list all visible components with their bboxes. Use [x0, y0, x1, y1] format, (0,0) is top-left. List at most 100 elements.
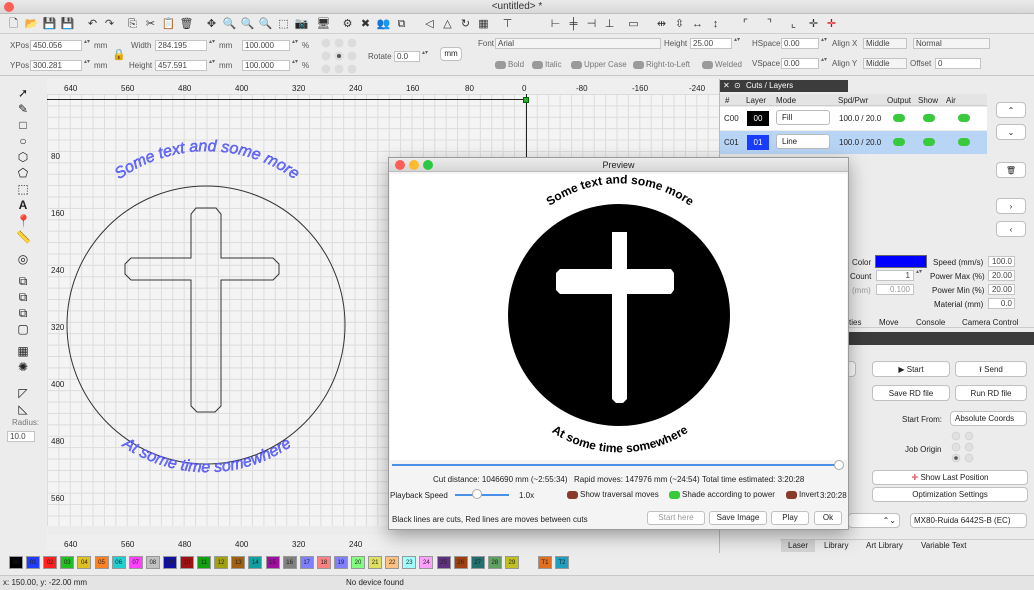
save-as-icon[interactable]: 💾	[60, 17, 75, 31]
polygon-icon[interactable]: ⬡	[16, 150, 30, 164]
paste-icon[interactable]: 📋	[161, 17, 176, 31]
zoom-in-icon[interactable]: 🔍	[222, 17, 237, 31]
rectangle-icon[interactable]: □	[16, 118, 30, 132]
hspace-input[interactable]: 0.00	[781, 38, 819, 49]
zoom-frame-icon[interactable]: ⬚	[276, 17, 291, 31]
close-window-button[interactable]	[4, 2, 14, 12]
bold-checkbox[interactable]: Bold	[495, 59, 524, 70]
rotate-icon[interactable]: ↻	[458, 17, 473, 31]
offset-icon[interactable]: ◎	[16, 252, 30, 266]
optimization-settings-button[interactable]: Optimization Settings	[872, 487, 1028, 502]
cut-row[interactable]: C01 01 Line 100.0 / 20.0	[720, 131, 987, 154]
font-height-input[interactable]: 25.00	[690, 38, 732, 49]
run-rd-button[interactable]: Run RD file	[955, 385, 1027, 401]
palette-swatch[interactable]: 20	[351, 556, 365, 569]
shade-power-checkbox[interactable]: Shade according to power	[669, 489, 775, 500]
interval-input[interactable]: 0.100	[876, 284, 914, 295]
corner-tr-icon[interactable]: ⌝	[762, 17, 777, 31]
xpos-spinner[interactable]: ▴▾	[84, 39, 90, 51]
palette-swatch[interactable]: 14	[248, 556, 263, 569]
palette-swatch[interactable]: 08	[145, 556, 160, 569]
tools-icon[interactable]: ✖	[358, 17, 373, 31]
material-input[interactable]: 0.0	[988, 298, 1015, 309]
zoom-out-icon[interactable]: 🔍	[240, 17, 255, 31]
output-toggle[interactable]	[893, 138, 905, 146]
italic-checkbox[interactable]: Italic	[532, 59, 561, 70]
cut-icon[interactable]: ✂	[143, 17, 158, 31]
speed-input[interactable]: 100.0	[988, 256, 1015, 267]
font-select[interactable]: Arial	[495, 38, 661, 49]
align-top-icon[interactable]: ⊤	[500, 17, 515, 31]
preview-canvas[interactable]: Some text and some more At some time som…	[390, 172, 847, 460]
palette-swatch[interactable]: 22	[385, 556, 400, 569]
palette-swatch[interactable]: 17	[299, 556, 314, 569]
frame-icon[interactable]: ⬚	[16, 182, 30, 196]
offset-input[interactable]: 0	[935, 58, 981, 69]
vspace-spinner[interactable]: ▴▾	[821, 57, 827, 69]
palette-swatch[interactable]: 11	[197, 556, 212, 569]
ok-button[interactable]: Ok	[814, 511, 842, 525]
lock-icon[interactable]: 🔒	[112, 48, 126, 61]
canvas-bottom-text[interactable]: At some time somewhere	[119, 434, 295, 476]
pen-icon[interactable]: ✎	[16, 102, 30, 116]
collapse-left-button[interactable]: ‹	[996, 221, 1026, 237]
palette-swatch[interactable]: 12	[214, 556, 229, 569]
device-select[interactable]: MX80-Ruida 6442S-B (EC)	[910, 513, 1027, 528]
delete-layer-button[interactable]: 🗑	[996, 162, 1026, 178]
boolean-union-icon[interactable]: ⧉	[16, 274, 30, 288]
preview-minimize-button[interactable]	[409, 160, 419, 170]
align-bottom-icon[interactable]: ⊥	[602, 17, 617, 31]
palette-swatch[interactable]: 03	[60, 556, 75, 569]
palette-swatch[interactable]: 23	[402, 556, 417, 569]
mode-select[interactable]: Line	[776, 134, 830, 149]
palette-swatch[interactable]: 21	[368, 556, 383, 569]
save-icon[interactable]: 💾	[42, 17, 57, 31]
height-spinner[interactable]: ▴▾	[209, 59, 215, 71]
air-toggle[interactable]	[958, 114, 970, 122]
palette-swatch[interactable]: 06	[111, 556, 126, 569]
tab-console[interactable]: Console	[916, 317, 945, 329]
show-traversal-checkbox[interactable]: Show traversal moves	[567, 489, 659, 500]
array-grid-icon[interactable]: ▦	[16, 344, 30, 358]
tab-library[interactable]: Library	[824, 540, 848, 552]
font-height-spinner[interactable]: ▴▾	[734, 37, 740, 49]
red-crosshair-icon[interactable]: ✛	[824, 17, 839, 31]
palette-swatch[interactable]: 16	[282, 556, 297, 569]
palette-swatch[interactable]: 13	[231, 556, 246, 569]
width-input[interactable]: 284.195	[155, 40, 207, 51]
tab-move[interactable]: Move	[879, 317, 899, 329]
show-toggle[interactable]	[923, 138, 935, 146]
playback-slider[interactable]	[455, 494, 509, 496]
upper-case-checkbox[interactable]: Upper Case	[571, 59, 627, 70]
palette-swatch[interactable]: 24	[419, 556, 434, 569]
frame-button[interactable]	[848, 361, 856, 377]
welded-checkbox[interactable]: Welded	[702, 59, 742, 70]
preview-close-button[interactable]	[395, 160, 405, 170]
radius-input[interactable]: 10.0	[7, 431, 35, 442]
redo-icon[interactable]: ↷	[102, 17, 117, 31]
zoom-fit-icon[interactable]: 🔍	[258, 17, 273, 31]
corner-round-icon[interactable]: ◸	[16, 386, 30, 400]
shape-icon[interactable]: ⬠	[16, 166, 30, 180]
canvas-top-text[interactable]: Some text and some more	[112, 138, 303, 183]
select-arrow-icon[interactable]: ➚	[16, 86, 30, 100]
scale-height-spinner[interactable]: ▴▾	[292, 59, 298, 71]
move-icon[interactable]: ✥	[204, 17, 219, 31]
palette-swatch[interactable]: 07	[128, 556, 143, 569]
count-spinner[interactable]: ▴▾	[916, 269, 922, 281]
progress-track[interactable]	[392, 464, 841, 466]
mirror-h-icon[interactable]: ◁	[422, 17, 437, 31]
scale-width-spinner[interactable]: ▴▾	[292, 39, 298, 51]
panel-close-icon[interactable]: ✕	[723, 81, 730, 90]
start-from-select[interactable]: Absolute Coords	[950, 411, 1027, 426]
monitor-icon[interactable]: 🖥	[316, 17, 331, 31]
mode-select[interactable]: Fill	[776, 110, 830, 125]
output-toggle[interactable]	[893, 114, 905, 122]
play-button[interactable]: Play	[771, 511, 809, 525]
palette-swatch[interactable]: T1	[538, 556, 552, 569]
show-last-position-button[interactable]: ✛ Show Last Position	[872, 470, 1028, 485]
palette-swatch[interactable]: 04	[77, 556, 92, 569]
open-folder-icon[interactable]: 📂	[24, 17, 39, 31]
save-image-button[interactable]: Save Image	[709, 511, 767, 525]
palette-swatch[interactable]: 19	[333, 556, 348, 569]
